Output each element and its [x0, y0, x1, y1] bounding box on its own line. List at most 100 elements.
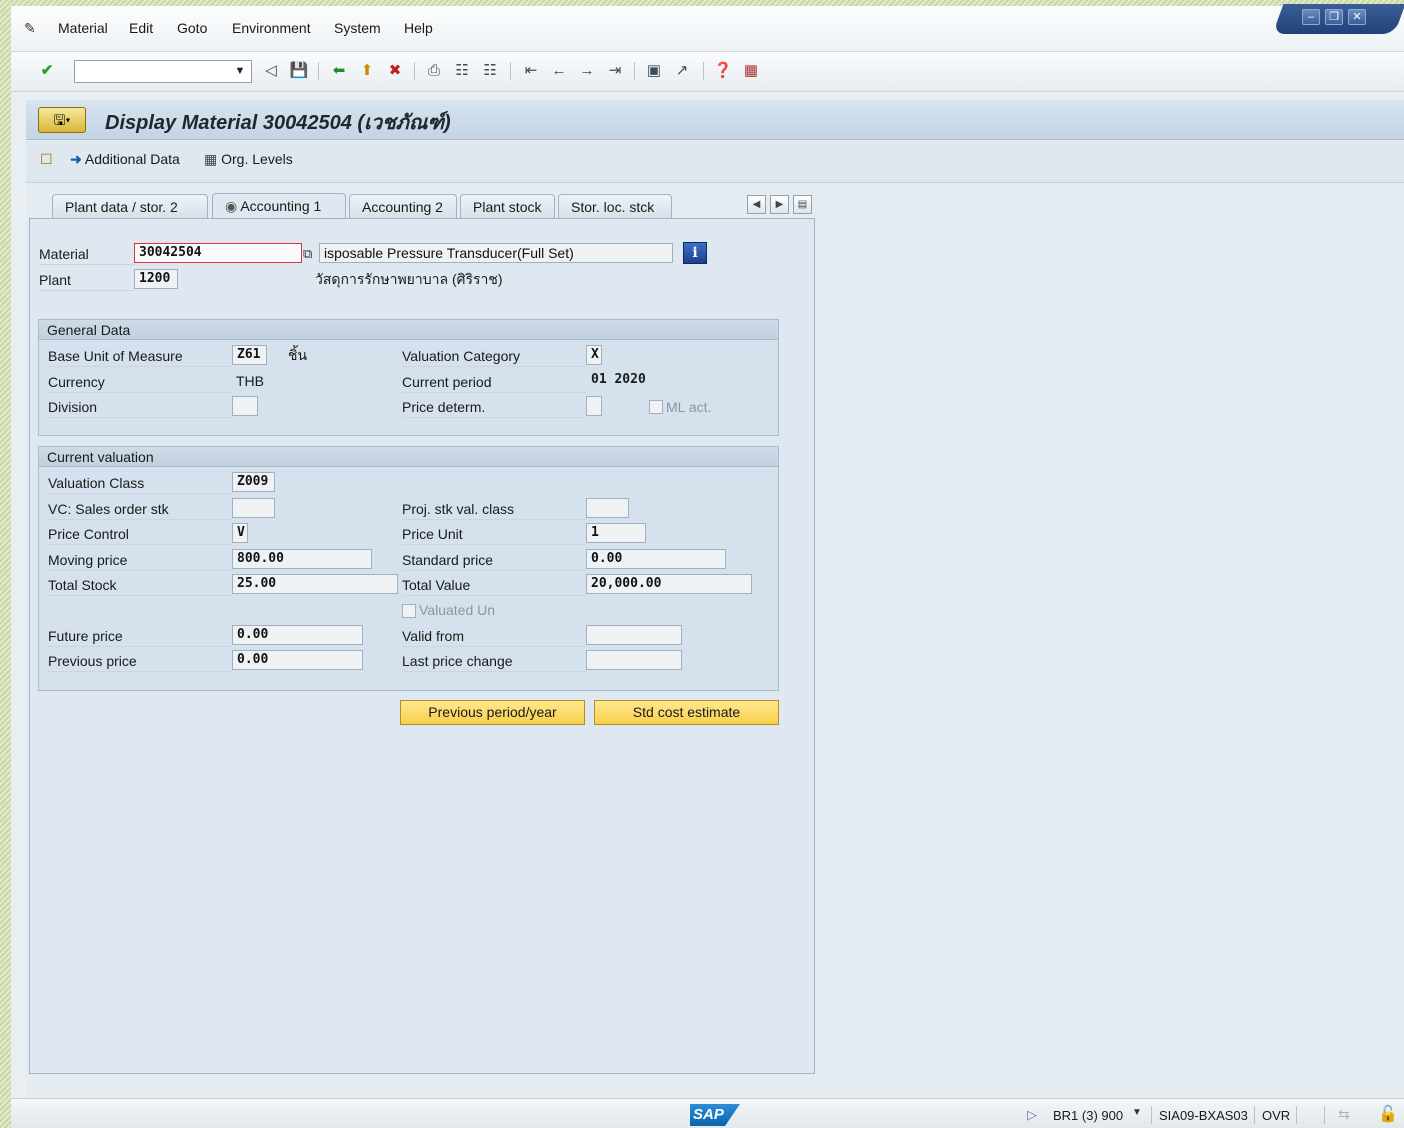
- ml-act-checkbox[interactable]: [649, 400, 663, 414]
- enter-icon[interactable]: ✔: [37, 61, 57, 81]
- material-field[interactable]: 30042504: [134, 243, 302, 263]
- std-cost-estimate-button[interactable]: Std cost estimate: [594, 700, 779, 725]
- find-icon[interactable]: ☷: [452, 61, 472, 81]
- copy-icon[interactable]: ⧉: [303, 246, 312, 262]
- material-description-field: isposable Pressure Transducer(Full Set): [319, 243, 673, 263]
- status-separator: [1296, 1106, 1297, 1124]
- menu-environment[interactable]: Environment: [232, 20, 311, 36]
- tab-scroll-right-icon[interactable]: ▶: [770, 195, 789, 214]
- system-menu-icon[interactable]: ✎: [24, 20, 46, 36]
- previous-price-field: 0.00: [232, 650, 363, 670]
- valuation-class-field: Z009: [232, 472, 275, 492]
- menu-goto[interactable]: Goto: [177, 20, 207, 36]
- close-icon[interactable]: ✕: [1348, 9, 1366, 25]
- last-price-change-label: Last price change: [402, 650, 586, 672]
- system-dropdown-icon[interactable]: ▼: [1132, 1107, 1142, 1118]
- valuation-category-field: X: [586, 345, 602, 365]
- tab-stor-loc-stck[interactable]: Stor. loc. stck: [558, 194, 672, 219]
- base-uom-field: Z61: [232, 345, 267, 365]
- shortcut-icon[interactable]: ↗: [672, 61, 692, 81]
- last-price-change-field: [586, 650, 682, 670]
- toolbar-separator: [510, 62, 511, 80]
- status-separator: [1254, 1106, 1255, 1124]
- help-icon[interactable]: ❓: [713, 61, 733, 81]
- material-label: Material: [39, 243, 135, 265]
- minimize-icon[interactable]: –: [1302, 9, 1320, 25]
- current-valuation-title: Current valuation: [39, 447, 778, 467]
- plant-description: วัสดุการรักษาพยาบาล (ศิริราช): [315, 271, 503, 287]
- org-hierarchy-icon: ▦: [204, 151, 218, 167]
- first-page-icon[interactable]: ⇤: [521, 61, 541, 81]
- currency-value: THB: [236, 373, 264, 389]
- valuated-un-checkbox[interactable]: [402, 604, 416, 618]
- division-field: [232, 396, 258, 416]
- last-page-icon[interactable]: ⇥: [605, 61, 625, 81]
- plant-label: Plant: [39, 269, 135, 291]
- left-border-stripe: [0, 0, 11, 1128]
- tab-plant-stock[interactable]: Plant stock: [460, 194, 555, 219]
- price-determ-field: [586, 396, 602, 416]
- status-expand-icon[interactable]: ▷: [1027, 1107, 1037, 1123]
- total-stock-field: 25.00: [232, 574, 398, 594]
- find-next-icon[interactable]: ☷: [480, 61, 500, 81]
- proj-stk-val-class-label: Proj. stk val. class: [402, 498, 586, 520]
- lock-icon[interactable]: 🔓: [1378, 1104, 1398, 1124]
- transaction-icon[interactable]: 🖫▾: [38, 107, 86, 133]
- base-uom-text: ชิ้น: [288, 347, 308, 363]
- save-icon[interactable]: 💾: [289, 61, 309, 81]
- moving-price-field: 800.00: [232, 549, 372, 569]
- next-page-icon[interactable]: →: [577, 61, 597, 81]
- cancel-icon[interactable]: ✖: [385, 61, 405, 81]
- additional-data-button[interactable]: ➜ Additional Data: [70, 151, 180, 168]
- status-separator: [1324, 1106, 1325, 1124]
- back-icon[interactable]: ◁: [261, 61, 281, 81]
- create-session-icon[interactable]: ▣: [644, 61, 664, 81]
- future-price-field: 0.00: [232, 625, 363, 645]
- price-unit-field: 1: [586, 523, 646, 543]
- tab-scroll-left-icon[interactable]: ◀: [747, 195, 766, 214]
- menu-system[interactable]: System: [334, 20, 381, 36]
- tab-accounting-2[interactable]: Accounting 2: [349, 194, 457, 219]
- tab-accounting-1[interactable]: ◉ Accounting 1: [212, 193, 346, 220]
- valuation-category-label: Valuation Category: [402, 345, 586, 367]
- org-levels-label: Org. Levels: [221, 151, 293, 167]
- vc-sales-order-label: VC: Sales order stk: [48, 498, 232, 520]
- restore-icon[interactable]: ❐: [1325, 9, 1343, 25]
- proj-stk-val-class-field: [586, 498, 629, 518]
- back-nav-icon[interactable]: ⬅: [329, 61, 349, 81]
- standard-price-label: Standard price: [402, 549, 586, 571]
- menu-help[interactable]: Help: [404, 20, 433, 36]
- tab-status-icon: ◉: [225, 198, 238, 214]
- system-info[interactable]: BR1 (3) 900: [1053, 1108, 1123, 1123]
- current-period-value: 01 2020: [591, 372, 646, 387]
- print-icon[interactable]: ⎙: [424, 61, 444, 81]
- command-dropdown-icon[interactable]: ▼: [232, 63, 248, 79]
- price-determ-label: Price determ.: [402, 396, 586, 418]
- valid-from-field: [586, 625, 682, 645]
- toolbar-separator: [414, 62, 415, 80]
- layout-icon[interactable]: ▦: [741, 61, 761, 81]
- insert-mode[interactable]: OVR: [1262, 1108, 1290, 1123]
- info-icon[interactable]: i: [683, 242, 707, 264]
- menu-bar: [11, 6, 1404, 52]
- price-unit-label: Price Unit: [402, 523, 586, 545]
- page-title: Display Material 30042504 (เวชภัณฑ์): [105, 112, 451, 134]
- menu-material[interactable]: Material: [58, 20, 108, 36]
- total-stock-label: Total Stock: [48, 574, 232, 596]
- previous-period-year-button[interactable]: Previous period/year: [400, 700, 585, 725]
- valid-from-label: Valid from: [402, 625, 586, 647]
- previous-price-label: Previous price: [48, 650, 232, 672]
- other-material-icon[interactable]: ☐: [40, 151, 53, 168]
- org-levels-button[interactable]: ▦ Org. Levels: [204, 151, 293, 168]
- base-uom-label: Base Unit of Measure: [48, 345, 232, 367]
- previous-page-icon[interactable]: ←: [549, 61, 569, 81]
- currency-label: Currency: [48, 371, 232, 393]
- tab-list-icon[interactable]: ▤: [793, 195, 812, 214]
- tab-plant-data-stor-2[interactable]: Plant data / stor. 2: [52, 194, 208, 219]
- plant-field: 1200: [134, 269, 178, 289]
- exit-icon[interactable]: ⬆: [357, 61, 377, 81]
- command-field[interactable]: [74, 60, 252, 83]
- menu-edit[interactable]: Edit: [129, 20, 153, 36]
- current-period-label: Current period: [402, 371, 586, 393]
- valuated-un-label: Valuated Un: [419, 602, 496, 618]
